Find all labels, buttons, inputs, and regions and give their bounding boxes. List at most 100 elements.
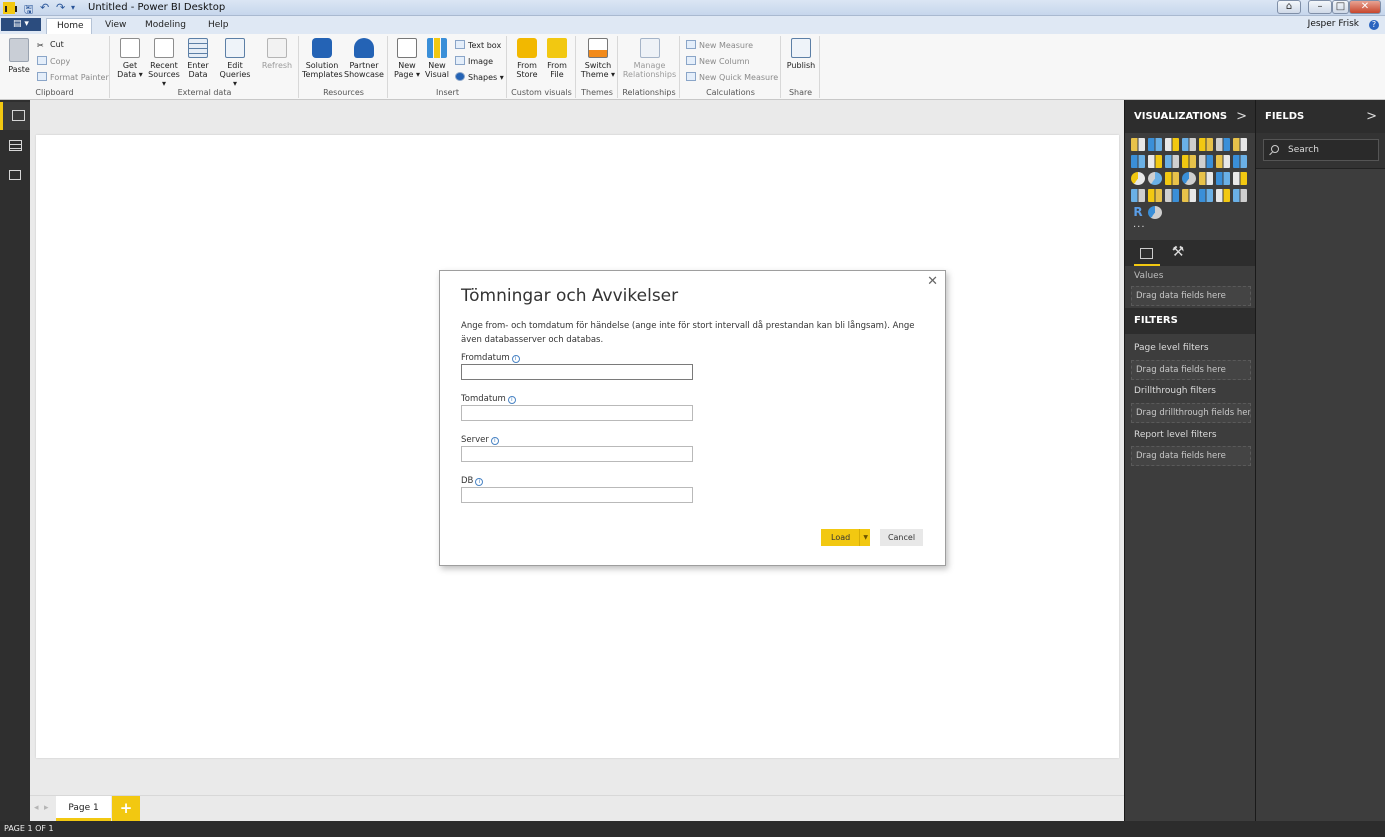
recent-sources-button[interactable]: Recent Sources ▾ xyxy=(145,38,183,88)
r-script-visual-icon[interactable]: R xyxy=(1131,206,1145,219)
table-visual-icon[interactable] xyxy=(1216,189,1230,202)
info-icon[interactable]: i xyxy=(475,478,484,486)
db-input[interactable] xyxy=(461,487,693,503)
solution-templates-button[interactable]: Solution Templates xyxy=(302,38,343,79)
get-data-button[interactable]: Get Data ▾ xyxy=(115,38,145,79)
arcgis-map-icon[interactable] xyxy=(1148,206,1162,219)
edit-queries-button[interactable]: Edit Queries ▾ xyxy=(217,38,253,88)
line-chart-icon[interactable] xyxy=(1233,138,1247,151)
from-file-button[interactable]: From File xyxy=(544,38,570,79)
customize-toolbar-icon[interactable]: ▾ xyxy=(71,3,75,12)
fromdatum-input[interactable] xyxy=(461,364,693,380)
new-quick-measure-button[interactable]: New Quick Measure xyxy=(686,72,778,82)
data-view-button[interactable] xyxy=(0,132,30,160)
shape-map-icon[interactable] xyxy=(1216,172,1230,185)
info-icon[interactable]: i xyxy=(507,396,516,404)
maximize-button[interactable]: □ xyxy=(1332,0,1349,14)
clustered-bar-chart-icon[interactable] xyxy=(1165,138,1179,151)
kpi-icon[interactable] xyxy=(1182,189,1196,202)
new-visual-button[interactable]: New Visual xyxy=(423,38,451,79)
help-icon[interactable]: ? xyxy=(1369,20,1379,30)
restore-ribbon-button[interactable]: ⌂ xyxy=(1277,0,1301,14)
user-name[interactable]: Jesper Frisk xyxy=(1308,19,1359,29)
stacked-bar-chart-icon[interactable] xyxy=(1131,138,1145,151)
matrix-icon[interactable] xyxy=(1233,189,1247,202)
from-store-button[interactable]: From Store xyxy=(514,38,540,79)
line-and-column-chart-icon[interactable] xyxy=(1165,155,1179,168)
stacked-area-chart-icon[interactable] xyxy=(1148,155,1162,168)
treemap-icon[interactable] xyxy=(1165,172,1179,185)
report-filters-drop-zone[interactable]: Drag data fields here xyxy=(1131,446,1251,466)
cancel-button[interactable]: Cancel xyxy=(880,529,923,546)
close-window-button[interactable]: ✕ xyxy=(1349,0,1381,14)
waterfall-chart-icon[interactable] xyxy=(1199,155,1213,168)
tab-view[interactable]: View xyxy=(95,18,136,34)
image-button[interactable]: Image xyxy=(455,56,493,66)
map-icon[interactable] xyxy=(1182,172,1196,185)
enter-data-button[interactable]: Enter Data xyxy=(185,38,211,79)
info-icon[interactable]: i xyxy=(490,437,499,445)
page-filters-drop-zone[interactable]: Drag data fields here xyxy=(1131,360,1251,380)
format-painter-button[interactable]: Format Painter xyxy=(37,72,109,82)
close-dialog-icon[interactable]: ✕ xyxy=(927,274,938,289)
paste-button[interactable]: Paste xyxy=(6,38,32,74)
ribbon-chart-icon[interactable] xyxy=(1216,155,1230,168)
clustered-column-chart-icon[interactable] xyxy=(1182,138,1196,151)
tab-help[interactable]: Help xyxy=(198,18,239,34)
add-page-button[interactable]: + xyxy=(112,796,140,821)
publish-button[interactable]: Publish xyxy=(785,38,817,70)
report-view-button[interactable] xyxy=(0,102,30,130)
card-icon[interactable] xyxy=(1148,189,1162,202)
collapse-visualizations-icon[interactable]: > xyxy=(1236,100,1247,133)
text-box-button[interactable]: Text box xyxy=(455,40,501,50)
undo-icon[interactable]: ↶ xyxy=(40,1,49,14)
minimize-button[interactable]: – xyxy=(1308,0,1332,14)
gauge-icon[interactable] xyxy=(1131,189,1145,202)
tab-modeling[interactable]: Modeling xyxy=(135,18,196,34)
funnel-icon[interactable] xyxy=(1233,172,1247,185)
file-menu-button[interactable]: ▤ ▾ xyxy=(1,18,41,31)
fields-tab[interactable] xyxy=(1134,244,1160,266)
manage-relationships-button[interactable]: Manage Relationships xyxy=(621,38,678,79)
server-input[interactable] xyxy=(461,446,693,462)
slicer-icon[interactable] xyxy=(1199,189,1213,202)
refresh-button[interactable]: Refresh xyxy=(261,38,293,70)
redo-icon[interactable]: ↷ xyxy=(56,1,65,14)
values-drop-zone[interactable]: Drag data fields here xyxy=(1131,286,1251,306)
switch-theme-button[interactable]: Switch Theme ▾ xyxy=(580,38,616,79)
filled-map-icon[interactable] xyxy=(1199,172,1213,185)
page-tab[interactable]: Page 1 xyxy=(56,796,111,821)
fields-search-input[interactable]: Search xyxy=(1263,139,1379,161)
previous-page-icon[interactable]: ◂ xyxy=(34,803,39,813)
area-chart-icon[interactable] xyxy=(1131,155,1145,168)
100-stacked-column-chart-icon[interactable] xyxy=(1216,138,1230,151)
100-stacked-bar-chart-icon[interactable] xyxy=(1199,138,1213,151)
load-button[interactable]: Load ▼ xyxy=(821,529,870,546)
info-icon[interactable]: i xyxy=(511,355,520,363)
line-and-clustered-column-chart-icon[interactable] xyxy=(1182,155,1196,168)
tomdatum-input[interactable] xyxy=(461,405,693,421)
new-measure-button[interactable]: New Measure xyxy=(686,40,753,50)
multi-row-card-icon[interactable] xyxy=(1165,189,1179,202)
collapse-fields-icon[interactable]: > xyxy=(1366,100,1377,133)
new-page-button[interactable]: New Page ▾ xyxy=(393,38,421,79)
partner-showcase-button[interactable]: Partner Showcase xyxy=(344,38,384,79)
copy-button[interactable]: Copy xyxy=(37,56,70,66)
new-column-button[interactable]: New Column xyxy=(686,56,750,66)
themes-group: Switch Theme ▾ Themes xyxy=(577,36,618,98)
tab-home[interactable]: Home xyxy=(46,18,92,34)
resources-group-label: Resources xyxy=(323,88,364,97)
cut-button[interactable]: ✂ Cut xyxy=(37,40,64,50)
fields-search-area: Search xyxy=(1256,133,1385,169)
format-tab[interactable]: ⚒ xyxy=(1167,244,1189,264)
drillthrough-drop-zone[interactable]: Drag drillthrough fields here xyxy=(1131,403,1251,423)
scatter-chart-icon[interactable] xyxy=(1233,155,1247,168)
relationships-view-button[interactable] xyxy=(0,162,30,190)
next-page-icon[interactable]: ▸ xyxy=(44,803,49,813)
load-options-icon[interactable]: ▼ xyxy=(859,529,868,546)
stacked-column-chart-icon[interactable] xyxy=(1148,138,1162,151)
more-visuals-icon[interactable]: ··· xyxy=(1133,222,1146,233)
shapes-button[interactable]: Shapes ▾ xyxy=(455,72,504,82)
donut-chart-icon[interactable] xyxy=(1148,172,1162,185)
pie-chart-icon[interactable] xyxy=(1131,172,1145,185)
